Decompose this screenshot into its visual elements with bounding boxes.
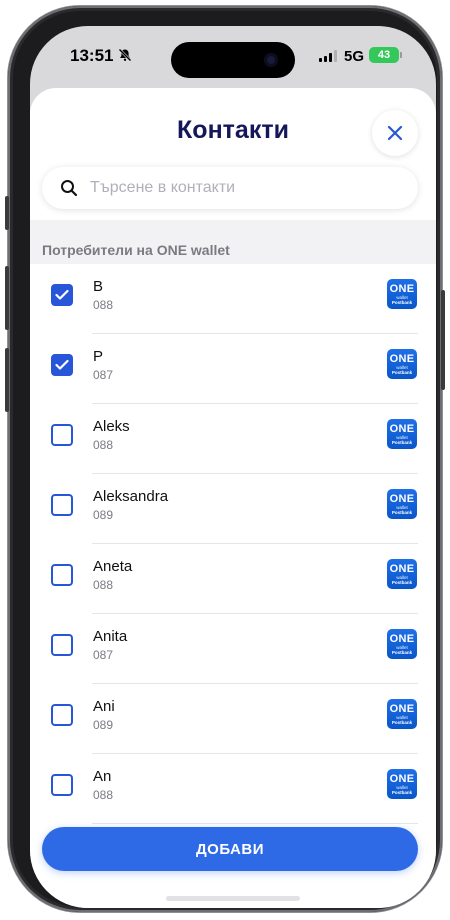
badge-label: ONE xyxy=(389,283,415,295)
badge-sub: wallet xyxy=(396,435,408,440)
badge-bank: Postbank xyxy=(391,440,413,445)
contact-name: Aneta xyxy=(93,558,133,575)
badge-bank: Postbank xyxy=(391,650,413,655)
badge-sub: wallet xyxy=(396,785,408,790)
badge-sub: wallet xyxy=(396,715,408,720)
camera-icon xyxy=(264,53,278,67)
action-button xyxy=(5,196,9,230)
badge-sub: wallet xyxy=(396,575,408,580)
signal-icon xyxy=(319,50,337,62)
status-time: 13:51 xyxy=(70,46,114,65)
badge-label: ONE xyxy=(389,633,415,645)
one-wallet-badge-icon: ONE wallet Postbank xyxy=(387,419,417,449)
battery-tip xyxy=(400,52,402,58)
one-wallet-badge-icon: ONE wallet Postbank xyxy=(387,629,417,659)
power-button xyxy=(441,290,445,390)
contact-checkbox[interactable] xyxy=(51,284,73,306)
search-input[interactable] xyxy=(90,167,400,209)
one-wallet-badge-icon: ONE wallet Postbank xyxy=(387,279,417,309)
home-indicator xyxy=(166,896,300,901)
contact-row[interactable]: Aleks 088 ONE wallet Postbank xyxy=(30,404,436,474)
contact-phone: 089 xyxy=(93,508,114,522)
contact-phone: 088 xyxy=(93,578,114,592)
contact-row[interactable]: Ani 089 ONE wallet Postbank xyxy=(30,684,436,754)
badge-bank: Postbank xyxy=(391,580,413,585)
screen: 13:51 5G 43 Контакти Търсене в контакти … xyxy=(30,26,436,908)
one-wallet-badge-icon: ONE wallet Postbank xyxy=(387,489,417,519)
checkmark-icon xyxy=(55,289,69,300)
volume-up-button xyxy=(5,266,9,330)
contact-row[interactable]: An 088 ONE wallet Postbank xyxy=(30,754,436,824)
contact-checkbox[interactable] xyxy=(51,774,73,796)
badge-label: ONE xyxy=(389,703,415,715)
one-wallet-badge-icon: ONE wallet Postbank xyxy=(387,559,417,589)
one-wallet-badge-icon: ONE wallet Postbank xyxy=(387,349,417,379)
one-wallet-badge-icon: ONE wallet Postbank xyxy=(387,769,417,799)
contact-name: В xyxy=(93,278,104,295)
contact-row[interactable]: Anita 087 ONE wallet Postbank xyxy=(30,614,436,684)
search-bar[interactable] xyxy=(42,167,418,209)
badge-sub: wallet xyxy=(396,505,408,510)
badge-bank: Postbank xyxy=(391,300,413,305)
contacts-sheet: Контакти Потребители на ONE wallet xyxy=(30,88,436,908)
volume-down-button xyxy=(5,348,9,412)
add-button[interactable]: ДОБАВИ xyxy=(42,827,418,871)
badge-sub: wallet xyxy=(396,365,408,370)
contact-name: Anita xyxy=(93,628,128,645)
checkmark-icon xyxy=(55,359,69,370)
badge-bank: Postbank xyxy=(391,510,413,515)
badge-label: ONE xyxy=(389,563,415,575)
badge-label: ONE xyxy=(389,773,415,785)
contact-row[interactable]: Р 087 ONE wallet Postbank xyxy=(30,334,436,404)
contact-name: Ani xyxy=(93,698,115,715)
contact-phone: 087 xyxy=(93,648,114,662)
badge-bank: Postbank xyxy=(391,370,413,375)
contact-checkbox[interactable] xyxy=(51,704,73,726)
search-icon xyxy=(61,180,78,197)
badge-sub: wallet xyxy=(396,645,408,650)
contact-checkbox[interactable] xyxy=(51,494,73,516)
section-header: Потребители на ONE wallet xyxy=(30,220,436,264)
contact-phone: 088 xyxy=(93,788,114,802)
badge-label: ONE xyxy=(389,353,415,365)
battery-icon: 43 xyxy=(369,47,399,63)
contact-checkbox[interactable] xyxy=(51,354,73,376)
badge-bank: Postbank xyxy=(391,720,413,725)
bell-off-icon xyxy=(118,48,132,62)
contact-name: Р xyxy=(93,348,104,365)
contact-phone: 088 xyxy=(93,298,114,312)
contact-checkbox[interactable] xyxy=(51,424,73,446)
contact-phone: 089 xyxy=(93,718,114,732)
close-icon xyxy=(387,125,403,141)
contact-checkbox[interactable] xyxy=(51,634,73,656)
badge-label: ONE xyxy=(389,423,415,435)
contact-name: Aleks xyxy=(93,418,130,435)
contact-phone: 087 xyxy=(93,368,114,382)
contact-name: Aleksandra xyxy=(93,488,169,505)
contact-phone: 088 xyxy=(93,438,114,452)
badge-label: ONE xyxy=(389,493,415,505)
section-title: Потребители на ONE wallet xyxy=(42,242,230,258)
badge-sub: wallet xyxy=(396,295,408,300)
contact-name: An xyxy=(93,768,112,785)
badge-bank: Postbank xyxy=(391,790,413,795)
contact-checkbox[interactable] xyxy=(51,564,73,586)
close-button[interactable] xyxy=(372,110,418,156)
network-type: 5G xyxy=(344,48,365,65)
status-bar: 13:51 5G 43 xyxy=(30,26,436,88)
battery-level: 43 xyxy=(377,49,391,61)
contact-row[interactable]: Aleksandra 089 ONE wallet Postbank xyxy=(30,474,436,544)
contact-list: В 088 ONE wallet Postbank Р 087 ONE wallet P… xyxy=(30,264,436,824)
contact-row[interactable]: Aneta 088 ONE wallet Postbank xyxy=(30,544,436,614)
one-wallet-badge-icon: ONE wallet Postbank xyxy=(387,699,417,729)
contact-row[interactable]: В 088 ONE wallet Postbank xyxy=(30,264,436,334)
phone-frame: 13:51 5G 43 Контакти Търсене в контакти … xyxy=(5,6,445,912)
